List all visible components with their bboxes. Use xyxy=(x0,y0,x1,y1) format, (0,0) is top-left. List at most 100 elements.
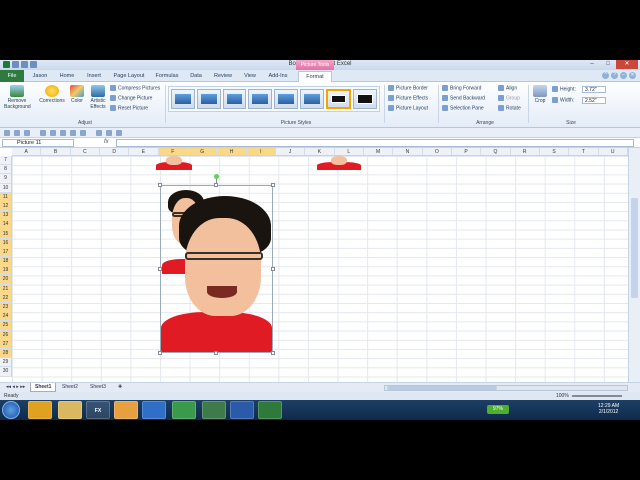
column-header[interactable]: N xyxy=(393,148,423,155)
resize-handle[interactable] xyxy=(158,267,162,271)
width-field[interactable]: 2.52" xyxy=(582,97,606,104)
app-icon[interactable] xyxy=(114,401,138,419)
column-header[interactable]: I xyxy=(246,148,276,155)
minimize-icon[interactable]: – xyxy=(584,60,600,69)
column-header[interactable]: F xyxy=(158,148,188,155)
tab-format[interactable]: Format xyxy=(298,71,332,82)
row-header[interactable]: 20 xyxy=(0,275,11,285)
rotate-button[interactable]: Rotate xyxy=(498,105,521,112)
cell-area[interactable] xyxy=(12,156,628,382)
row-header[interactable]: 30 xyxy=(0,367,11,377)
row-header[interactable]: 22 xyxy=(0,293,11,303)
column-header[interactable]: K xyxy=(305,148,335,155)
chart-icon[interactable] xyxy=(60,130,66,136)
row-header[interactable]: 12 xyxy=(0,201,11,212)
name-box[interactable]: Picture 11 xyxy=(2,139,74,147)
media-player-icon[interactable] xyxy=(28,401,52,419)
row-header[interactable]: 7 xyxy=(0,156,11,166)
resize-handle[interactable] xyxy=(271,351,275,355)
insert-sheet-icon[interactable]: ✚ xyxy=(114,383,126,392)
row-header[interactable]: 23 xyxy=(0,303,11,313)
sheet-tab-1[interactable]: Sheet1 xyxy=(30,383,57,392)
clock[interactable]: 12:29 AM 2/1/2012 xyxy=(598,403,619,415)
resize-handle[interactable] xyxy=(158,351,162,355)
selected-picture[interactable] xyxy=(160,185,273,353)
battery-indicator[interactable]: 97% xyxy=(487,405,509,414)
fx-icon[interactable]: fx xyxy=(104,139,109,145)
filter-icon[interactable] xyxy=(80,130,86,136)
picture-style-8[interactable] xyxy=(353,89,377,109)
picture-border-button[interactable]: Picture Border xyxy=(388,85,428,92)
corrections-button[interactable]: Corrections xyxy=(38,85,66,105)
save-icon[interactable] xyxy=(4,130,10,136)
vertical-scroll-thumb[interactable] xyxy=(631,198,638,298)
zoom-level[interactable]: 100% xyxy=(556,392,569,400)
tab-formulas[interactable]: Formulas xyxy=(152,71,182,82)
bring-forward-button[interactable]: Bring Forward xyxy=(442,85,481,92)
tab-jason[interactable]: Jason xyxy=(28,71,52,82)
row-header[interactable]: 26 xyxy=(0,330,11,340)
picture-fragment[interactable] xyxy=(156,156,192,170)
selection-pane-button[interactable]: Selection Pane xyxy=(442,105,484,112)
height-field[interactable]: 3.72" xyxy=(582,86,606,93)
row-header[interactable]: 24 xyxy=(0,312,11,322)
row-header[interactable]: 9 xyxy=(0,174,11,184)
column-header[interactable]: O xyxy=(423,148,452,155)
horizontal-scroll-thumb[interactable] xyxy=(387,386,497,390)
formula-input[interactable] xyxy=(116,139,634,147)
column-header[interactable]: L xyxy=(335,148,364,155)
group-button[interactable]: Group xyxy=(498,95,520,102)
sheet-tab-2[interactable]: Sheet2 xyxy=(58,383,82,392)
row-header[interactable]: 25 xyxy=(0,321,11,331)
align-button[interactable]: Align xyxy=(498,85,517,92)
format-icon[interactable] xyxy=(96,130,102,136)
remove-background-button[interactable]: Remove Background xyxy=(4,85,31,110)
send-backward-button[interactable]: Send Backward xyxy=(442,95,485,102)
row-header[interactable]: 21 xyxy=(0,284,11,294)
print-icon[interactable] xyxy=(50,130,56,136)
color-button[interactable]: Color xyxy=(68,85,86,105)
column-header[interactable]: Q xyxy=(481,148,511,155)
explorer-icon[interactable] xyxy=(58,401,82,419)
sort-icon[interactable] xyxy=(70,130,76,136)
column-header[interactable]: C xyxy=(71,148,100,155)
app-icon[interactable] xyxy=(202,401,226,419)
resize-handle[interactable] xyxy=(214,183,218,187)
picture-layout-button[interactable]: Picture Layout xyxy=(388,105,428,112)
ribbon-collapse-icon[interactable]: ^ xyxy=(602,72,609,79)
picture-style-6[interactable] xyxy=(299,89,324,109)
crop-button[interactable]: Crop xyxy=(532,85,548,105)
picture-style-3[interactable] xyxy=(222,89,247,109)
column-header[interactable]: R xyxy=(511,148,540,155)
row-header[interactable]: 8 xyxy=(0,165,11,175)
picture-fragment[interactable] xyxy=(317,156,361,170)
picture-style-7[interactable] xyxy=(325,89,352,109)
resize-handle[interactable] xyxy=(214,351,218,355)
border-icon[interactable] xyxy=(116,130,122,136)
compress-pictures-button[interactable]: Compress Pictures xyxy=(110,85,160,92)
picture-style-4[interactable] xyxy=(248,89,272,109)
row-header[interactable]: 19 xyxy=(0,266,11,276)
app-icon[interactable] xyxy=(172,401,196,419)
row-header[interactable]: 15 xyxy=(0,229,11,239)
tab-insert[interactable]: Insert xyxy=(82,71,106,82)
tab-view[interactable]: View xyxy=(240,71,260,82)
column-header[interactable]: A xyxy=(12,148,42,155)
row-header[interactable]: 11 xyxy=(0,192,11,202)
word-icon[interactable] xyxy=(230,401,254,419)
sheet-tab-3[interactable]: Sheet3 xyxy=(86,383,110,392)
close-workbook-icon[interactable]: ✕ xyxy=(629,72,636,79)
row-header[interactable]: 10 xyxy=(0,184,11,193)
column-header[interactable]: B xyxy=(41,148,71,155)
row-header[interactable]: 17 xyxy=(0,247,11,258)
worksheet-grid[interactable]: ABCDEFGHIJKLMNOPQRSTU 7 8 9 10 11 12 13 14 15 16 1… xyxy=(0,148,628,382)
sheet-nav-arrows[interactable]: ◂◂ ◂ ▸ ▸▸ xyxy=(2,383,29,392)
resize-handle[interactable] xyxy=(271,183,275,187)
row-header[interactable]: 27 xyxy=(0,339,11,349)
picture-style-5[interactable] xyxy=(274,89,298,109)
vertical-scrollbar[interactable] xyxy=(628,148,640,382)
column-header[interactable]: H xyxy=(217,148,247,155)
resize-handle[interactable] xyxy=(271,267,275,271)
fill-icon[interactable] xyxy=(106,130,112,136)
picture-style-2[interactable] xyxy=(196,89,221,109)
